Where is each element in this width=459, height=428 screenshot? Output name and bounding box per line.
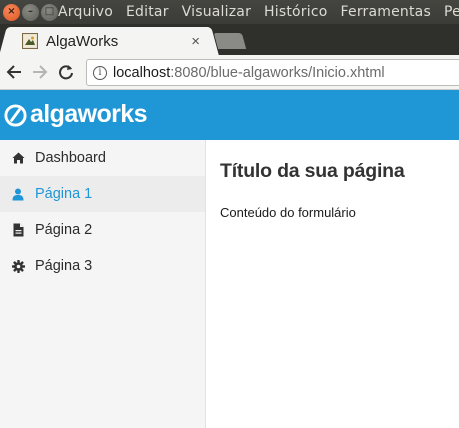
gear-icon (11, 259, 25, 273)
tab-strip: AlgaWorks × (0, 24, 459, 55)
logo[interactable]: algaworks (3, 99, 147, 129)
sidebar-item-pagina-2[interactable]: Página 2 (0, 212, 205, 248)
sidebar-item-pagina-3[interactable]: Página 3 (0, 248, 205, 284)
tab-close-icon[interactable]: × (191, 33, 200, 50)
forward-arrow-icon[interactable] (27, 59, 53, 85)
menu-editar[interactable]: Editar (126, 4, 169, 20)
page-title: Título da sua página (220, 160, 405, 182)
main-content: Título da sua página Conteúdo do formulá… (220, 140, 459, 220)
window-close-button[interactable]: × (3, 3, 20, 21)
window-menubar: × – □ Arquivo Editar Visualizar Históric… (0, 0, 459, 24)
menu-pesquisar[interactable]: Pes (444, 4, 459, 20)
window-maximize-button[interactable]: □ (41, 3, 58, 21)
menu-arquivo[interactable]: Arquivo (58, 4, 113, 20)
back-arrow-icon[interactable] (1, 59, 27, 85)
app-menu: Arquivo Editar Visualizar Histórico Ferr… (58, 4, 459, 20)
menu-ferramentas[interactable]: Ferramentas (341, 4, 431, 20)
sidebar-item-label: Dashboard (35, 150, 106, 166)
address-bar[interactable]: i localhost:8080/blue-algaworks/Inicio.x… (86, 59, 459, 86)
app-header: algaworks (0, 90, 459, 140)
url-path: :8080/blue-algaworks/Inicio.xhtml (170, 64, 385, 81)
logo-text: algaworks (30, 99, 147, 128)
sidebar-item-label: Página 1 (35, 186, 93, 202)
sidebar-item-label: Página 3 (35, 258, 93, 274)
sidebar-item-dashboard[interactable]: Dashboard (0, 140, 205, 176)
window-minimize-button[interactable]: – (22, 3, 39, 21)
user-icon (11, 187, 25, 201)
favicon-icon (22, 33, 38, 49)
sidebar-item-label: Página 2 (35, 222, 93, 238)
info-icon[interactable]: i (93, 65, 107, 80)
browser-tab[interactable]: AlgaWorks × (8, 27, 210, 55)
browser-toolbar: i localhost:8080/blue-algaworks/Inicio.x… (0, 55, 459, 90)
algaworks-logo-icon (4, 103, 27, 127)
reload-icon[interactable] (53, 59, 79, 85)
sidebar: Dashboard Página 1 Página 2 Página 3 (0, 140, 206, 428)
sidebar-item-pagina-1[interactable]: Página 1 (0, 176, 205, 212)
file-icon (11, 223, 25, 237)
menu-historico[interactable]: Histórico (264, 4, 327, 20)
menu-visualizar[interactable]: Visualizar (182, 4, 251, 20)
home-icon (11, 151, 25, 165)
new-tab-button[interactable] (213, 33, 247, 49)
window-controls: × – □ (0, 3, 58, 21)
url-host: localhost (113, 64, 171, 81)
tab-title: AlgaWorks (46, 32, 119, 50)
page-body-text: Conteúdo do formulário (220, 205, 356, 220)
